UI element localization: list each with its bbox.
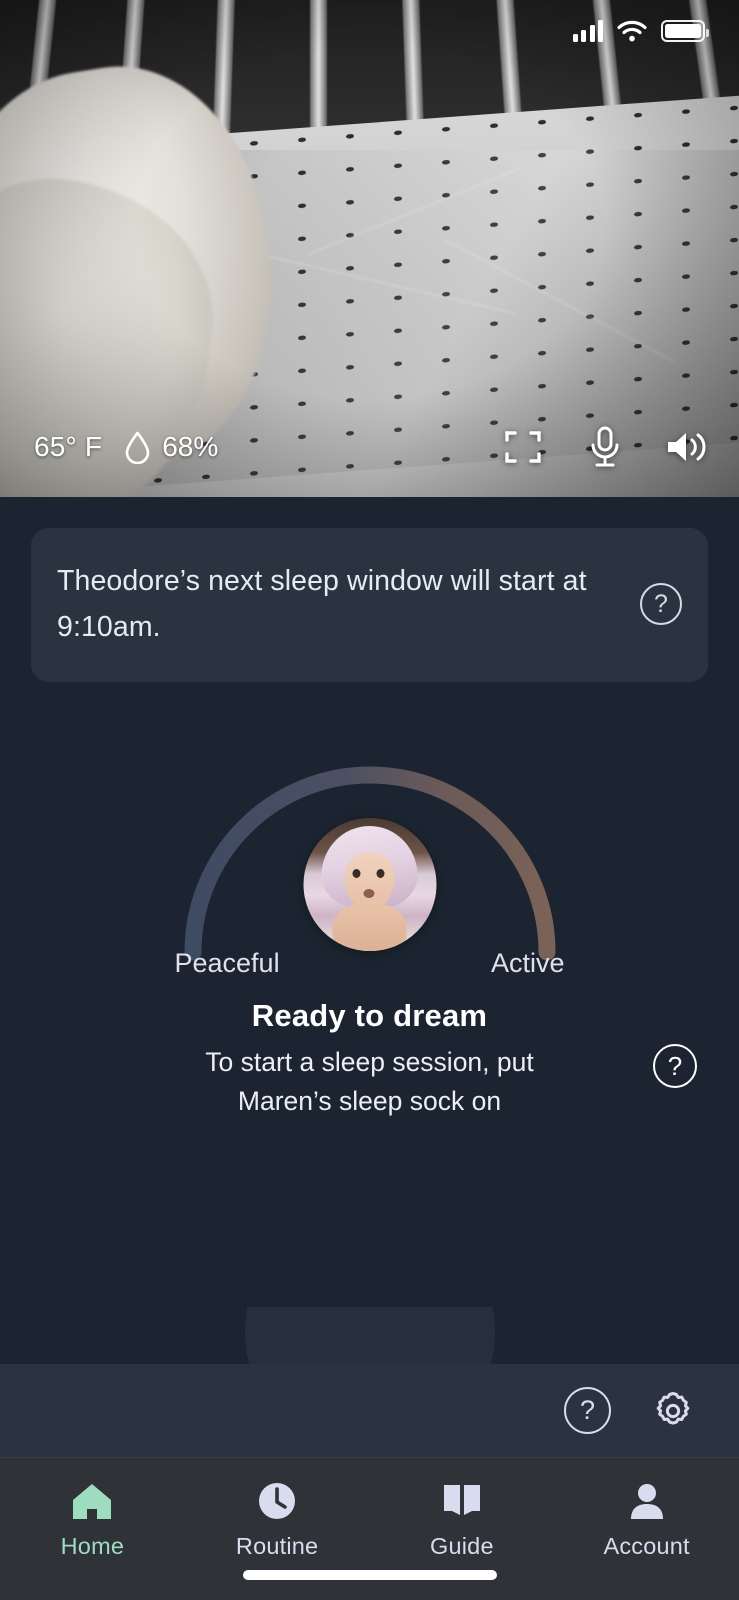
main-content: Theodore’s next sleep window will start … xyxy=(0,497,739,1457)
action-help-icon[interactable]: ? xyxy=(564,1387,611,1434)
wifi-icon xyxy=(617,20,647,42)
fullscreen-icon[interactable] xyxy=(501,425,545,469)
home-icon xyxy=(71,1480,113,1522)
app-screen: 65° F 68% xyxy=(0,0,739,1600)
camera-feed[interactable]: 65° F 68% xyxy=(0,0,739,497)
sleep-status: Ready to dream To start a sleep session,… xyxy=(0,998,739,1121)
temperature-reading: 65° F xyxy=(34,431,102,463)
tab-guide-label: Guide xyxy=(430,1533,494,1560)
status-subtitle-line1: To start a sleep session, put xyxy=(205,1043,533,1082)
tab-routine-label: Routine xyxy=(236,1533,318,1560)
status-title: Ready to dream xyxy=(205,998,533,1034)
book-icon xyxy=(441,1480,483,1522)
avatar[interactable] xyxy=(303,818,436,951)
state-gauge: Peaceful Active xyxy=(0,740,739,970)
gauge-label-active: Active xyxy=(491,948,565,979)
status-help-icon[interactable]: ? xyxy=(653,1044,697,1088)
humidity-reading: 68% xyxy=(162,431,218,463)
tab-guide[interactable]: Guide xyxy=(370,1480,555,1560)
status-bar xyxy=(0,0,739,62)
tab-home[interactable]: Home xyxy=(0,1480,185,1560)
tab-routine[interactable]: Routine xyxy=(185,1480,370,1560)
cellular-bars-icon xyxy=(573,20,604,42)
status-subtitle-line2: Maren’s sleep sock on xyxy=(205,1082,533,1121)
speaker-icon[interactable] xyxy=(665,425,709,469)
battery-full-icon xyxy=(661,20,705,42)
sleep-window-banner[interactable]: Theodore’s next sleep window will start … xyxy=(31,528,708,682)
clock-icon xyxy=(257,1480,297,1522)
camera-overlay-controls: 65° F 68% xyxy=(0,405,739,497)
tab-account[interactable]: Account xyxy=(554,1480,739,1560)
tab-account-label: Account xyxy=(603,1533,689,1560)
microphone-icon[interactable] xyxy=(583,425,627,469)
tab-home-label: Home xyxy=(61,1533,125,1560)
banner-help-icon[interactable]: ? xyxy=(640,583,682,625)
home-indicator xyxy=(243,1570,497,1580)
action-bar: ? xyxy=(0,1364,739,1457)
person-icon xyxy=(627,1480,667,1522)
water-drop-icon xyxy=(124,431,151,464)
sleep-window-message: Theodore’s next sleep window will start … xyxy=(57,558,626,650)
gauge-label-peaceful: Peaceful xyxy=(175,948,280,979)
gear-icon[interactable] xyxy=(649,1387,697,1435)
